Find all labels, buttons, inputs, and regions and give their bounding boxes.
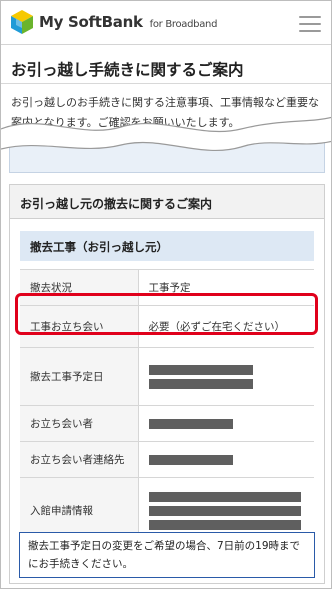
row-label: お立ち会い者 — [20, 405, 139, 442]
title-divider — [1, 83, 331, 84]
softbank-logo-icon — [11, 10, 33, 34]
brand-sub: for Broadband — [149, 19, 218, 30]
table-row: 撤去工事予定日 — [20, 347, 314, 406]
page-title: お引っ越し手続きに関するご案内 — [11, 61, 244, 79]
attendance-highlight-box — [15, 293, 318, 335]
brand-name[interactable]: My SoftBank for Broadband — [39, 13, 217, 31]
row-value-redacted — [138, 441, 314, 478]
table-row: お立ち会い者連絡先 — [20, 441, 314, 478]
section-subheading: 撤去工事（お引っ越し元） — [20, 231, 314, 261]
row-label: 撤去工事予定日 — [20, 347, 139, 406]
reschedule-notice: 撤去工事予定日の変更をご希望の場合、7日前の19時までにお手続きください。 — [19, 532, 315, 578]
site-header: My SoftBank for Broadband — [1, 1, 331, 45]
row-label: お立ち会い者連絡先 — [20, 441, 139, 478]
phone-frame: My SoftBank for Broadband お引っ越し手続きに関するご案… — [0, 0, 332, 589]
hamburger-menu-icon[interactable] — [299, 16, 321, 32]
row-value-redacted — [138, 405, 314, 442]
brand-main: My SoftBank — [39, 13, 143, 31]
table-row: お立ち会い者 — [20, 405, 314, 442]
row-value-redacted — [138, 347, 314, 406]
torn-paper-divider — [1, 116, 331, 151]
removal-info-card: お引っ越し元の撤去に関するご案内 撤去工事（お引っ越し元） 撤去状況 工事予定 … — [9, 184, 325, 584]
card-title: お引っ越し元の撤去に関するご案内 — [10, 185, 324, 219]
